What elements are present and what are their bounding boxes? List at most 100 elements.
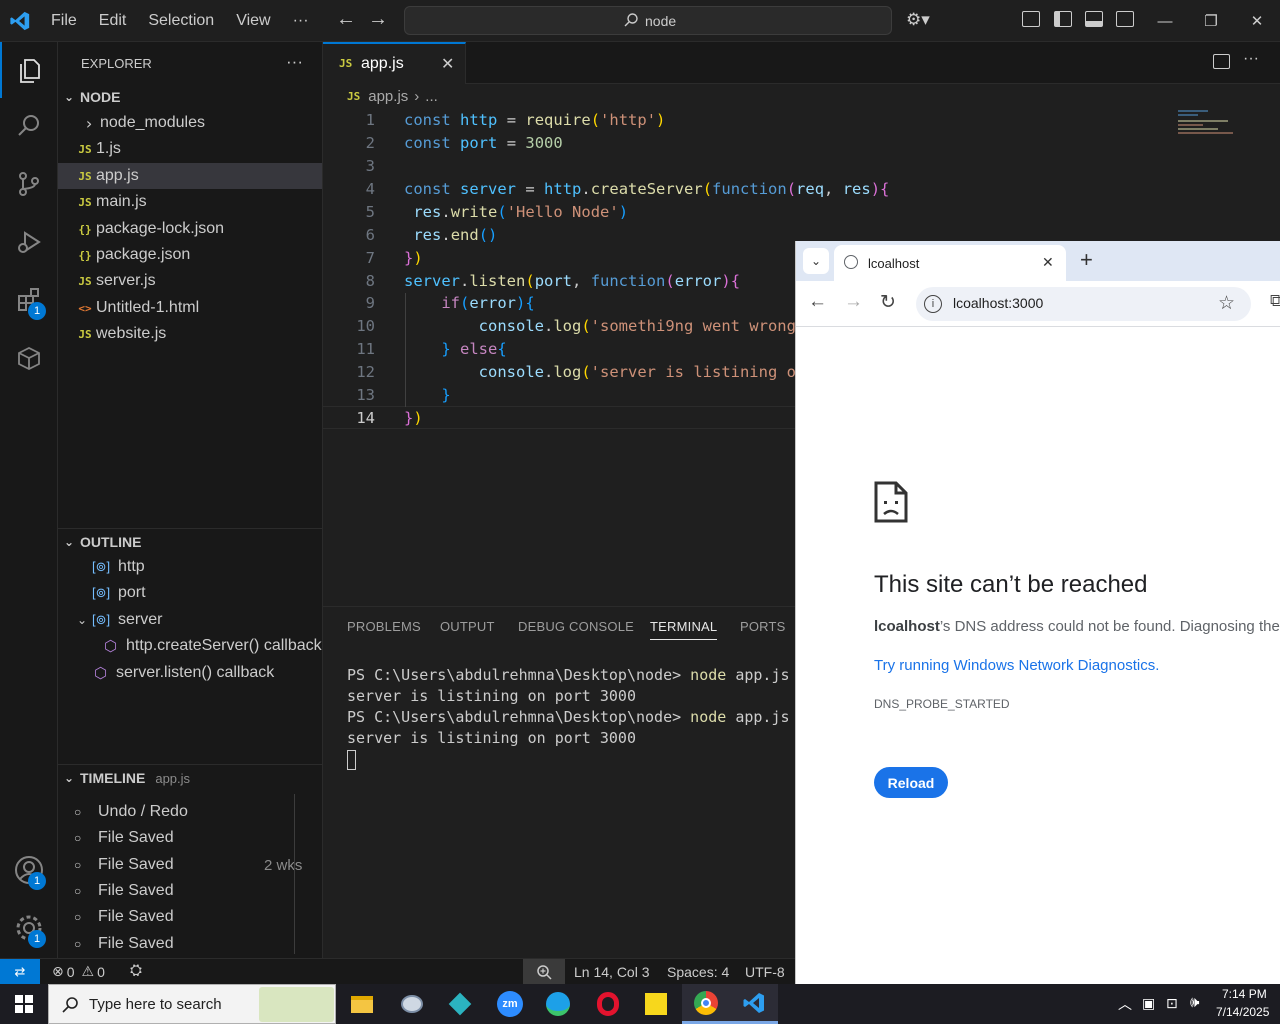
back-arrow-icon[interactable]: ← <box>808 291 827 313</box>
timeline-item[interactable]: ○ File Saved <box>58 878 322 904</box>
tab-ports[interactable]: PORTS <box>740 619 786 634</box>
windows-start-button[interactable] <box>0 984 48 1024</box>
remote-explorer-icon[interactable] <box>0 330 58 386</box>
menu-selection[interactable]: Selection <box>137 0 225 42</box>
menu-view[interactable]: View <box>225 0 281 42</box>
settings-gear-icon[interactable]: 1 <box>0 900 58 956</box>
code-line-current[interactable]: 14}) <box>323 406 795 429</box>
back-arrow-icon[interactable]: ← <box>336 8 356 31</box>
timeline-item[interactable]: ○ File Saved <box>58 931 322 957</box>
toggle-secondary-sidebar-icon[interactable] <box>1116 11 1134 27</box>
terminal-cursor[interactable] <box>347 750 356 770</box>
extensions-icon[interactable]: 1 <box>0 272 58 328</box>
reload-button[interactable]: Reload <box>874 767 948 798</box>
sticky-notes-icon[interactable] <box>632 984 680 1024</box>
timeline-header[interactable]: ⌄ TIMELINE app.js <box>58 766 322 790</box>
search-icon[interactable] <box>0 98 58 154</box>
timeline-item[interactable]: ○ File Saved <box>58 825 322 851</box>
tab-search-button[interactable]: ⌄ <box>803 248 829 274</box>
forward-arrow-icon[interactable]: → <box>368 8 388 31</box>
problems-indicator[interactable]: ⊗ 0 ⚠ 0 <box>52 963 105 980</box>
chevron-up-icon[interactable]: ︿ <box>1118 994 1132 1014</box>
tree-item-untitled-html[interactable]: <> Untitled-1.html <box>58 295 322 321</box>
close-window-button[interactable]: ✕ <box>1234 0 1280 42</box>
outline-item-http[interactable]: [⊚] http <box>58 554 322 580</box>
breadcrumb-more[interactable]: ... <box>425 88 438 105</box>
breadcrumb-file[interactable]: app.js <box>368 88 408 105</box>
menu-more[interactable]: ··· <box>282 0 320 42</box>
timeline-item[interactable]: ○ Undo / Redo <box>58 799 322 825</box>
timeline-item[interactable]: ○ File Saved <box>58 904 322 930</box>
run-debug-icon[interactable] <box>0 214 58 270</box>
chrome-browser-icon[interactable] <box>682 984 730 1024</box>
vscode-taskbar-icon[interactable] <box>730 984 778 1024</box>
menu-edit[interactable]: Edit <box>88 0 138 42</box>
display-icon[interactable]: ⊡ <box>1166 995 1178 1012</box>
network-diagnostics-link[interactable]: Try running Windows Network Diagnostics. <box>874 657 1159 674</box>
tree-item-1-js[interactable]: JS 1.js <box>58 136 322 162</box>
sidebar-more-button[interactable]: ··· <box>286 52 303 72</box>
close-tab-icon[interactable]: ✕ <box>441 54 454 74</box>
explorer-icon[interactable] <box>0 42 58 98</box>
folder-header-node[interactable]: ⌄ NODE <box>58 85 322 109</box>
address-bar[interactable]: i lcoalhost:3000 ☆ <box>916 287 1251 321</box>
outline-item-server[interactable]: ⌄ [⊚] server <box>58 607 322 633</box>
cursor-position[interactable]: Ln 14, Col 3 <box>574 964 650 980</box>
remote-indicator-button[interactable]: ⇄ <box>0 959 40 984</box>
zoom-app-icon[interactable]: zm <box>486 984 534 1024</box>
forward-arrow-icon[interactable]: → <box>844 291 863 313</box>
command-center-search[interactable]: node <box>404 6 892 35</box>
outline-header[interactable]: ⌄ OUTLINE <box>58 530 322 554</box>
tab-app-js[interactable]: JS app.js ✕ <box>323 42 466 84</box>
toggle-sidebar-icon[interactable] <box>1054 11 1072 27</box>
tree-item-package-json[interactable]: {} package.json <box>58 242 322 268</box>
customize-layout-icon[interactable] <box>1022 11 1040 27</box>
accounts-icon[interactable]: 1 <box>0 842 58 898</box>
clock-date[interactable]: 7/14/2025 <box>1216 1005 1269 1019</box>
new-tab-button[interactable]: + <box>1080 247 1093 273</box>
opera-browser-icon[interactable] <box>584 984 632 1024</box>
sidebar-title: EXPLORER <box>81 56 152 71</box>
site-info-icon[interactable]: i <box>924 295 942 313</box>
tab-debug-console[interactable]: DEBUG CONSOLE <box>518 619 634 634</box>
source-control-icon[interactable] <box>0 156 58 212</box>
encoding[interactable]: UTF-8 <box>745 964 785 980</box>
ports-icon[interactable]: ⛭ <box>130 962 142 979</box>
tab-problems[interactable]: PROBLEMS <box>347 619 421 634</box>
close-tab-icon[interactable]: ✕ <box>1042 254 1054 271</box>
tree-item-server-js[interactable]: JS server.js <box>58 268 322 294</box>
copilot-icon[interactable]: ⚙▾ <box>906 10 930 30</box>
network-status-icon[interactable]: ▣ <box>1142 995 1155 1012</box>
outline-item-listen-callback[interactable]: ⬡ server.listen() callback <box>58 660 322 686</box>
tree-item-main-js[interactable]: JS main.js <box>58 189 322 215</box>
volume-icon[interactable]: 🕪 <box>1190 994 1199 1011</box>
file-explorer-icon[interactable] <box>338 984 386 1024</box>
timeline-item[interactable]: ○ File Saved 2 wks <box>58 852 322 878</box>
paint-app-icon[interactable] <box>388 984 436 1024</box>
tree-item-app-js[interactable]: JS app.js <box>58 163 322 189</box>
star-icon[interactable]: ☆ <box>1218 292 1235 315</box>
toggle-panel-icon[interactable] <box>1085 11 1103 27</box>
outline-item-createserver-callback[interactable]: ⬡ http.createServer() callback <box>58 633 322 659</box>
menu-file[interactable]: File <box>40 0 88 42</box>
browser-tab[interactable]: lcoalhost ✕ <box>834 245 1066 281</box>
zoom-button[interactable] <box>523 959 565 984</box>
app-diamond-icon[interactable] <box>436 984 484 1024</box>
tab-terminal[interactable]: TERMINAL <box>650 619 718 640</box>
edge-browser-icon[interactable] <box>534 984 582 1024</box>
tab-output[interactable]: OUTPUT <box>440 619 495 634</box>
outline-item-port[interactable]: [⊚] port <box>58 580 322 606</box>
restore-button[interactable]: ❐ <box>1188 0 1234 42</box>
warning-count: 0 <box>97 963 105 980</box>
tree-item-package-lock-json[interactable]: {} package-lock.json <box>58 216 322 242</box>
more-actions-icon[interactable]: ··· <box>1243 50 1259 68</box>
taskbar-search-box[interactable]: Type here to search <box>48 984 336 1024</box>
tree-item-website-js[interactable]: JS website.js <box>58 321 322 347</box>
reload-icon[interactable]: ↻ <box>880 291 896 314</box>
extensions-icon[interactable]: ⧉ <box>1270 291 1280 311</box>
clock-time[interactable]: 7:14 PM <box>1222 987 1267 1001</box>
tree-item-node-modules[interactable]: › node_modules <box>58 110 322 136</box>
minimize-button[interactable]: — <box>1142 0 1188 42</box>
indentation[interactable]: Spaces: 4 <box>667 964 729 980</box>
split-editor-icon[interactable] <box>1213 54 1230 69</box>
